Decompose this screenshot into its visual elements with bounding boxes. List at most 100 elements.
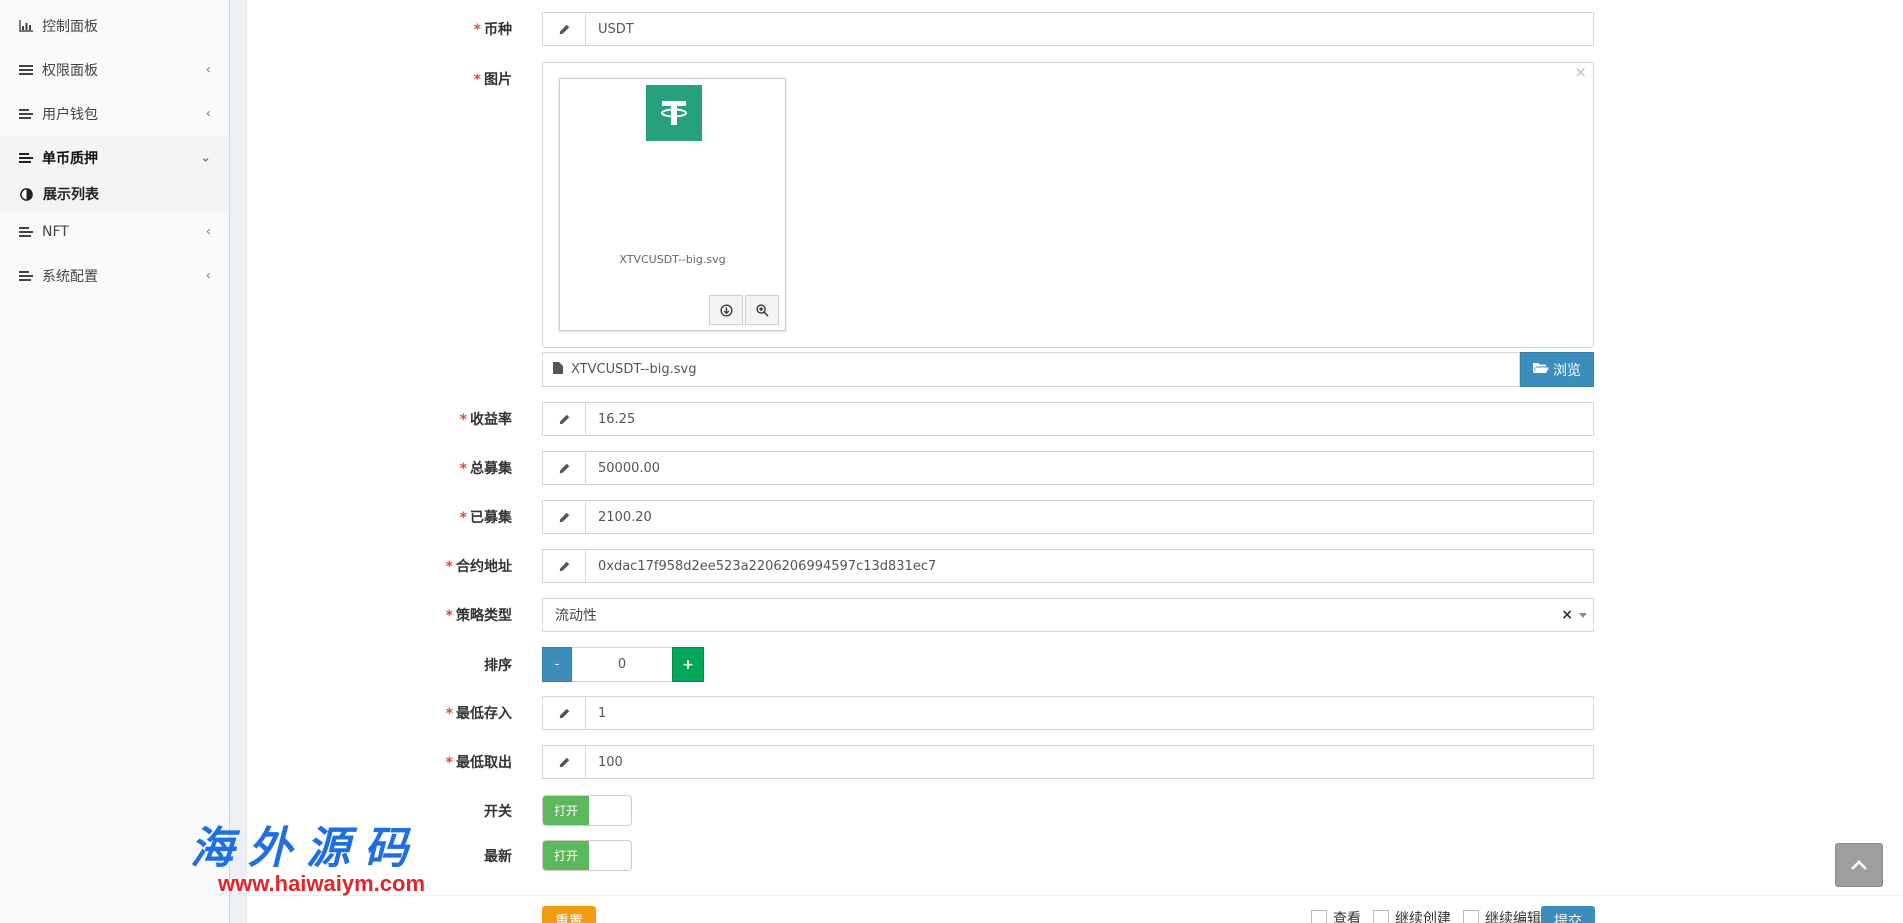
raised-label: * 已募集 bbox=[459, 510, 512, 526]
chevron-left-icon: ‹ bbox=[205, 224, 211, 240]
checkbox[interactable] bbox=[1373, 910, 1389, 923]
reset-button[interactable]: 重置 bbox=[542, 906, 596, 923]
sidebar-item-permissions[interactable]: 权限面板 ‹ bbox=[0, 48, 229, 92]
latest-on-label: 打开 bbox=[543, 841, 589, 870]
sidebar-item-wallet[interactable]: 用户钱包 ‹ bbox=[0, 92, 229, 136]
sidebar-item-label: 控制面板 bbox=[42, 19, 98, 35]
raised-field[interactable]: 2100.20 bbox=[542, 500, 1594, 534]
download-icon bbox=[719, 303, 733, 317]
min-deposit-row: * 最低存入 1 bbox=[247, 696, 1903, 730]
switch-row: 开关 打开 bbox=[247, 795, 1903, 826]
coin-field[interactable]: USDT bbox=[542, 12, 1594, 46]
sort-stepper: - 0 + bbox=[542, 647, 704, 682]
total-raise-field[interactable]: 50000.00 bbox=[542, 451, 1594, 485]
thumbnail-file-name: XTVCUSDT--big.svg bbox=[619, 253, 726, 266]
chevron-left-icon: ‹ bbox=[205, 62, 211, 78]
pencil-icon bbox=[543, 550, 586, 582]
strategy-row: * 策略类型 流动性 × bbox=[247, 598, 1903, 632]
checkbox[interactable] bbox=[1463, 910, 1479, 923]
min-deposit-input[interactable]: 1 bbox=[586, 697, 1593, 729]
strategy-select[interactable]: 流动性 × bbox=[542, 598, 1594, 632]
image-thumbnail: XTVCUSDT--big.svg bbox=[559, 78, 786, 331]
coin-label: * 币种 bbox=[473, 22, 512, 38]
total-raise-row: * 总募集 50000.00 bbox=[247, 451, 1903, 485]
sidebar-item-label: 系统配置 bbox=[42, 269, 98, 285]
file-input-row: XTVCUSDT--big.svg 浏览 bbox=[542, 352, 1594, 387]
latest-toggle[interactable]: 打开 bbox=[542, 840, 632, 871]
caret-down-icon[interactable] bbox=[1579, 612, 1587, 618]
coin-input[interactable]: USDT bbox=[586, 13, 1593, 45]
coin-row: * 币种 USDT bbox=[247, 12, 1903, 46]
check-continue-create[interactable]: 继续创建 bbox=[1373, 908, 1451, 923]
contract-label: * 合约地址 bbox=[445, 559, 512, 575]
sidebar-subitem-list[interactable]: 展示列表 bbox=[0, 176, 229, 212]
yield-rate-label: * 收益率 bbox=[459, 412, 512, 428]
switch-label: 开关 bbox=[484, 803, 512, 820]
yield-rate-input[interactable]: 16.25 bbox=[586, 403, 1593, 435]
switch-on-label: 打开 bbox=[543, 796, 589, 825]
pencil-icon bbox=[543, 697, 586, 729]
watermark: 海外源码 www.haiwaiym.com bbox=[190, 825, 500, 899]
submit-button[interactable]: 提交 bbox=[1541, 906, 1595, 923]
contract-field[interactable]: 0xdac17f958d2ee523a2206206994597c13d831e… bbox=[542, 549, 1594, 583]
list-icon bbox=[18, 269, 34, 283]
file-caption[interactable]: XTVCUSDT--big.svg bbox=[542, 352, 1520, 387]
browse-button[interactable]: 浏览 bbox=[1520, 352, 1594, 387]
list-icon bbox=[18, 107, 34, 121]
check-view[interactable]: 查看 bbox=[1311, 908, 1361, 923]
image-label: * 图片 bbox=[473, 72, 512, 88]
pencil-icon bbox=[543, 403, 586, 435]
sidebar-item-staking[interactable]: 单币质押 ⌄ bbox=[0, 136, 229, 180]
yield-rate-row: * 收益率 16.25 bbox=[247, 402, 1903, 436]
sidebar-item-system-config[interactable]: 系统配置 ‹ bbox=[0, 254, 229, 298]
strategy-selected-value: 流动性 bbox=[555, 608, 597, 624]
min-withdraw-label: * 最低取出 bbox=[445, 755, 512, 771]
checkbox[interactable] bbox=[1311, 910, 1327, 923]
download-button[interactable] bbox=[709, 295, 743, 325]
min-deposit-field[interactable]: 1 bbox=[542, 696, 1594, 730]
sidebar-item-label: NFT bbox=[42, 224, 69, 240]
sidebar-item-dashboard[interactable]: 控制面板 bbox=[0, 4, 229, 48]
pencil-icon bbox=[543, 746, 586, 778]
close-icon[interactable]: × bbox=[1574, 63, 1587, 81]
chevron-up-icon bbox=[1851, 860, 1867, 870]
raised-input[interactable]: 2100.20 bbox=[586, 501, 1593, 533]
switch-toggle[interactable]: 打开 bbox=[542, 795, 632, 826]
min-withdraw-row: * 最低取出 100 bbox=[247, 745, 1903, 779]
list-icon bbox=[18, 225, 34, 239]
sidebar-item-nft[interactable]: NFT ‹ bbox=[0, 210, 229, 254]
zoom-button[interactable] bbox=[745, 295, 779, 325]
sort-label: 排序 bbox=[484, 657, 512, 674]
sidebar-subitem-label: 展示列表 bbox=[43, 187, 99, 203]
list-icon bbox=[18, 151, 34, 165]
sidebar-item-label: 权限面板 bbox=[42, 63, 98, 79]
decrement-button[interactable]: - bbox=[542, 647, 572, 682]
image-preview-panel: × XTVCUSDT--big.svg bbox=[542, 62, 1594, 348]
browse-label: 浏览 bbox=[1553, 362, 1581, 379]
min-withdraw-field[interactable]: 100 bbox=[542, 745, 1594, 779]
file-icon bbox=[553, 361, 563, 378]
total-raise-input[interactable]: 50000.00 bbox=[586, 452, 1593, 484]
chevron-down-icon: ⌄ bbox=[200, 150, 211, 166]
contract-input[interactable]: 0xdac17f958d2ee523a2206206994597c13d831e… bbox=[586, 550, 1593, 582]
pencil-icon bbox=[543, 13, 586, 45]
strategy-label: * 策略类型 bbox=[445, 608, 512, 624]
folder-open-icon bbox=[1533, 362, 1549, 378]
yield-rate-field[interactable]: 16.25 bbox=[542, 402, 1594, 436]
chevron-left-icon: ‹ bbox=[205, 106, 211, 122]
tether-logo-icon bbox=[646, 85, 702, 141]
min-deposit-label: * 最低存入 bbox=[445, 706, 512, 722]
pencil-icon bbox=[543, 452, 586, 484]
back-to-top-button[interactable] bbox=[1835, 843, 1883, 887]
check-continue-edit[interactable]: 继续编辑 bbox=[1463, 908, 1541, 923]
file-caption-text: XTVCUSDT--big.svg bbox=[571, 362, 697, 377]
bar-chart-icon bbox=[18, 19, 34, 33]
sort-input[interactable]: 0 bbox=[572, 647, 672, 682]
sidebar: 控制面板 权限面板 ‹ 用户钱包 ‹ 单币质押 ⌄ 展示列表 NFT ‹ 系统配… bbox=[0, 0, 230, 923]
after-save-options: 查看 继续创建 继续编辑 bbox=[1311, 908, 1541, 923]
increment-button[interactable]: + bbox=[672, 647, 704, 682]
min-withdraw-input[interactable]: 100 bbox=[586, 746, 1593, 778]
total-raise-label: * 总募集 bbox=[459, 461, 512, 477]
contract-row: * 合约地址 0xdac17f958d2ee523a2206206994597c1… bbox=[247, 549, 1903, 583]
clear-icon[interactable]: × bbox=[1561, 607, 1573, 623]
